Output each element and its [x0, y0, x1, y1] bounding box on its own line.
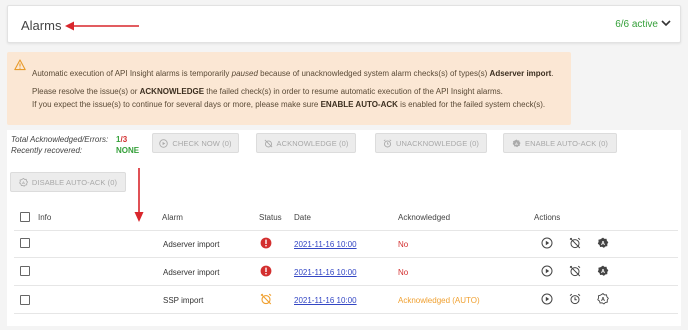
alert-line-auto-ack: If you expect the issue(s) to continue f… [32, 100, 546, 109]
error-icon [260, 237, 272, 249]
alarm-clock-icon [383, 138, 392, 147]
unacknowledge-button[interactable]: UNACKNOWLEDGE (0) [375, 133, 487, 153]
play-circle-icon[interactable] [541, 265, 553, 277]
enable-auto-ack-label: ENABLE AUTO-ACK (0) [524, 138, 609, 148]
column-info: Info [38, 213, 52, 222]
row-divider [14, 285, 678, 286]
auto-ack-badge-icon[interactable]: A [597, 237, 609, 249]
error-icon [260, 265, 272, 277]
recently-recovered-value: NONE [116, 146, 140, 155]
disable-auto-ack-button[interactable]: A DISABLE AUTO-ACK (0) [10, 172, 126, 192]
column-actions: Actions [534, 213, 561, 222]
warning-icon [14, 59, 26, 71]
enable-auto-ack-button[interactable]: A ENABLE AUTO-ACK (0) [503, 133, 617, 153]
alarm-date-link[interactable]: 2021-11-16 10:00 [294, 240, 357, 249]
auto-badge-outline-icon: A [19, 177, 28, 187]
svg-text:A: A [515, 140, 518, 145]
column-status: Status [259, 213, 282, 222]
acknowledged-status: No [398, 240, 409, 249]
row-divider [14, 257, 678, 258]
alarm-name: Adserver import [163, 268, 220, 277]
active-count: 6/6 active [615, 19, 658, 30]
svg-text:A: A [22, 179, 25, 184]
check-now-button[interactable]: CHECK NOW (0) [152, 133, 239, 153]
play-circle-icon[interactable] [541, 293, 553, 305]
column-acknowledged: Acknowledged [398, 213, 451, 222]
auto-ack-outline-icon[interactable]: A [597, 293, 609, 305]
acknowledged-status: Acknowledged (AUTO) [398, 296, 480, 305]
row-checkbox[interactable] [20, 238, 30, 248]
alarms-panel: Total Acknowledged/Errors: 1/3 Recently … [7, 130, 681, 326]
acknowledged-status: No [398, 268, 409, 277]
row-checkbox[interactable] [20, 295, 30, 305]
acknowledge-button[interactable]: ACKNOWLEDGE (0) [256, 133, 356, 153]
row-checkbox[interactable] [20, 266, 30, 276]
unacknowledge-label: UNACKNOWLEDGE (0) [396, 138, 479, 148]
annotation-arrow-left [65, 21, 139, 31]
auto-ack-badge-icon[interactable]: A [597, 265, 609, 277]
warning-banner: Automatic execution of API Insight alarm… [7, 52, 571, 125]
alarm-clock-icon[interactable] [569, 293, 581, 305]
chevron-down-icon[interactable] [660, 18, 672, 28]
alarm-off-icon[interactable] [569, 265, 581, 277]
svg-text:A: A [601, 297, 605, 303]
page-title: Alarms [21, 18, 62, 33]
alarm-date-link[interactable]: 2021-11-16 10:00 [294, 268, 357, 277]
acknowledge-label: ACKNOWLEDGE (0) [276, 138, 349, 148]
alarm-name: SSP import [163, 296, 204, 305]
svg-text:A: A [601, 241, 605, 247]
alarm-off-icon[interactable] [569, 237, 581, 249]
row-divider [14, 313, 678, 314]
svg-text:A: A [601, 269, 605, 275]
play-circle-icon[interactable] [541, 237, 553, 249]
select-all-checkbox[interactable] [20, 212, 30, 222]
check-now-label: CHECK NOW (0) [172, 138, 232, 148]
alert-line-paused: Automatic execution of API Insight alarm… [32, 69, 554, 78]
column-date: Date [294, 213, 311, 222]
alarm-date-link[interactable]: 2021-11-16 10:00 [294, 296, 357, 305]
alert-line-resolve: Please resolve the issue(s) or ACKNOWLED… [32, 87, 503, 96]
annotation-arrow-down [134, 168, 144, 222]
total-ack-errors-label: Total Acknowledged/Errors: [11, 135, 109, 144]
total-ack-errors-value: 1/3 [116, 135, 128, 144]
alarm-clock-warning-icon [260, 293, 272, 305]
auto-badge-icon: A [512, 138, 521, 147]
header-divider [14, 230, 678, 231]
column-alarm: Alarm [162, 213, 183, 222]
alarm-off-icon [264, 139, 272, 147]
disable-auto-ack-label: DISABLE AUTO-ACK (0) [31, 177, 118, 187]
alarm-name: Adserver import [163, 240, 220, 249]
recently-recovered-label: Recently recovered: [11, 146, 83, 155]
play-circle-icon [159, 138, 169, 148]
